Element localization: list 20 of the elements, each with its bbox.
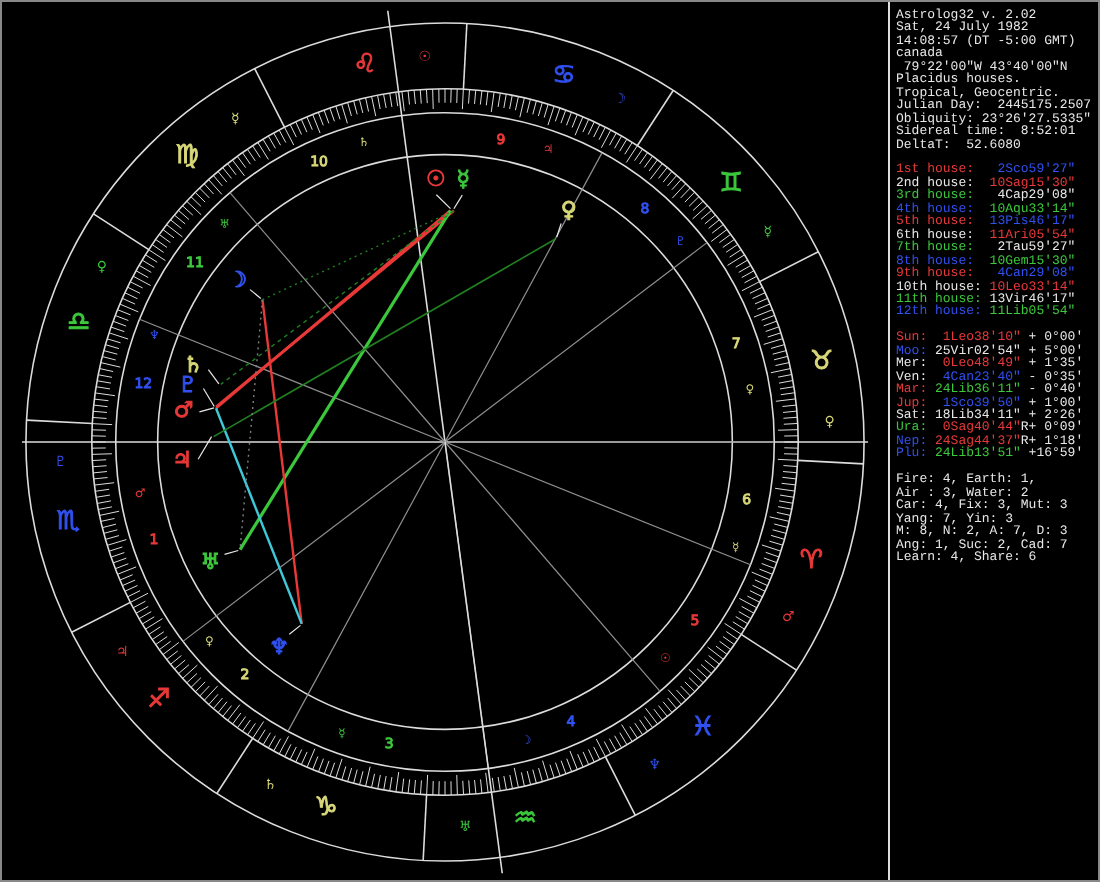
- zodiac-sign-symbol: ♋: [552, 60, 576, 91]
- planet-symbol: ☉: [426, 165, 446, 192]
- planet-symbol: ♂: [173, 396, 194, 423]
- zodiac-sign-symbol: ♌: [353, 50, 377, 81]
- zodiac-sign-symbol: ♊: [719, 169, 743, 200]
- zodiac-sign-symbol: ♓: [691, 713, 715, 744]
- zodiac-sign-symbol: ♒: [513, 803, 537, 834]
- planet-symbol: ♃: [172, 447, 193, 474]
- zodiac-sign-symbol: ♐: [147, 684, 171, 715]
- planet-symbol: ☽: [227, 266, 248, 293]
- planet-symbol: ♀: [560, 196, 577, 223]
- zodiac-sign-symbol: ♍: [175, 140, 199, 171]
- planet-symbol: ♅: [200, 548, 221, 575]
- zodiac-sign-symbol: ♑: [314, 793, 338, 824]
- planet-symbol: ☿: [456, 166, 471, 193]
- zodiac-sign-symbol: ♈: [799, 545, 823, 576]
- zodiac-sign-symbol: ♉: [810, 346, 834, 377]
- zodiac-sign-symbol: ♏: [56, 507, 80, 538]
- planet-symbol: ♆: [269, 633, 289, 660]
- zodiac-sign-symbol: ♎: [67, 308, 91, 339]
